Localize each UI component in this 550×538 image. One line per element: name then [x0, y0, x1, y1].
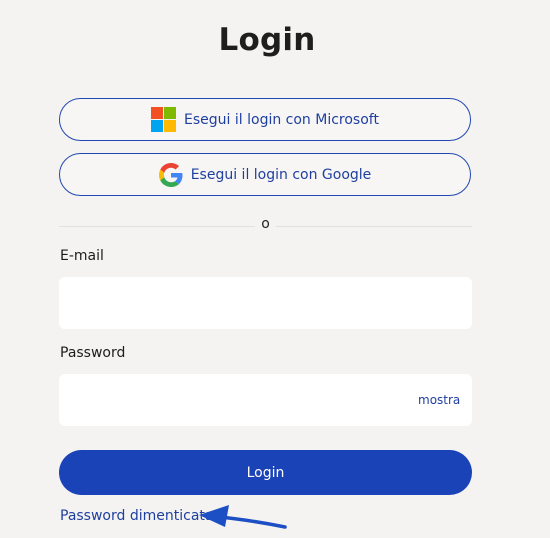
- google-logo-icon: [158, 162, 183, 187]
- divider-line-right: [276, 226, 472, 227]
- microsoft-logo-icon: [151, 107, 177, 132]
- divider-text: o: [261, 216, 270, 232]
- google-login-label: Esegui il login con Google: [190, 166, 372, 183]
- arrow-left-icon: [199, 505, 287, 529]
- divider-line-left: [59, 226, 255, 227]
- page-title: Login: [218, 22, 316, 58]
- email-label: E-mail: [60, 248, 104, 264]
- google-login-button[interactable]: Esegui il login con Google: [59, 153, 471, 196]
- login-button[interactable]: Login: [59, 450, 472, 495]
- microsoft-login-label: Esegui il login con Microsoft: [184, 111, 379, 128]
- show-password-toggle[interactable]: mostra: [418, 393, 460, 407]
- password-label: Password: [60, 345, 126, 361]
- password-field[interactable]: [59, 374, 472, 426]
- login-page: Login Esegui il login con Microsoft Eseg…: [0, 0, 550, 538]
- email-field[interactable]: [59, 277, 472, 329]
- microsoft-login-button[interactable]: Esegui il login con Microsoft: [59, 98, 471, 141]
